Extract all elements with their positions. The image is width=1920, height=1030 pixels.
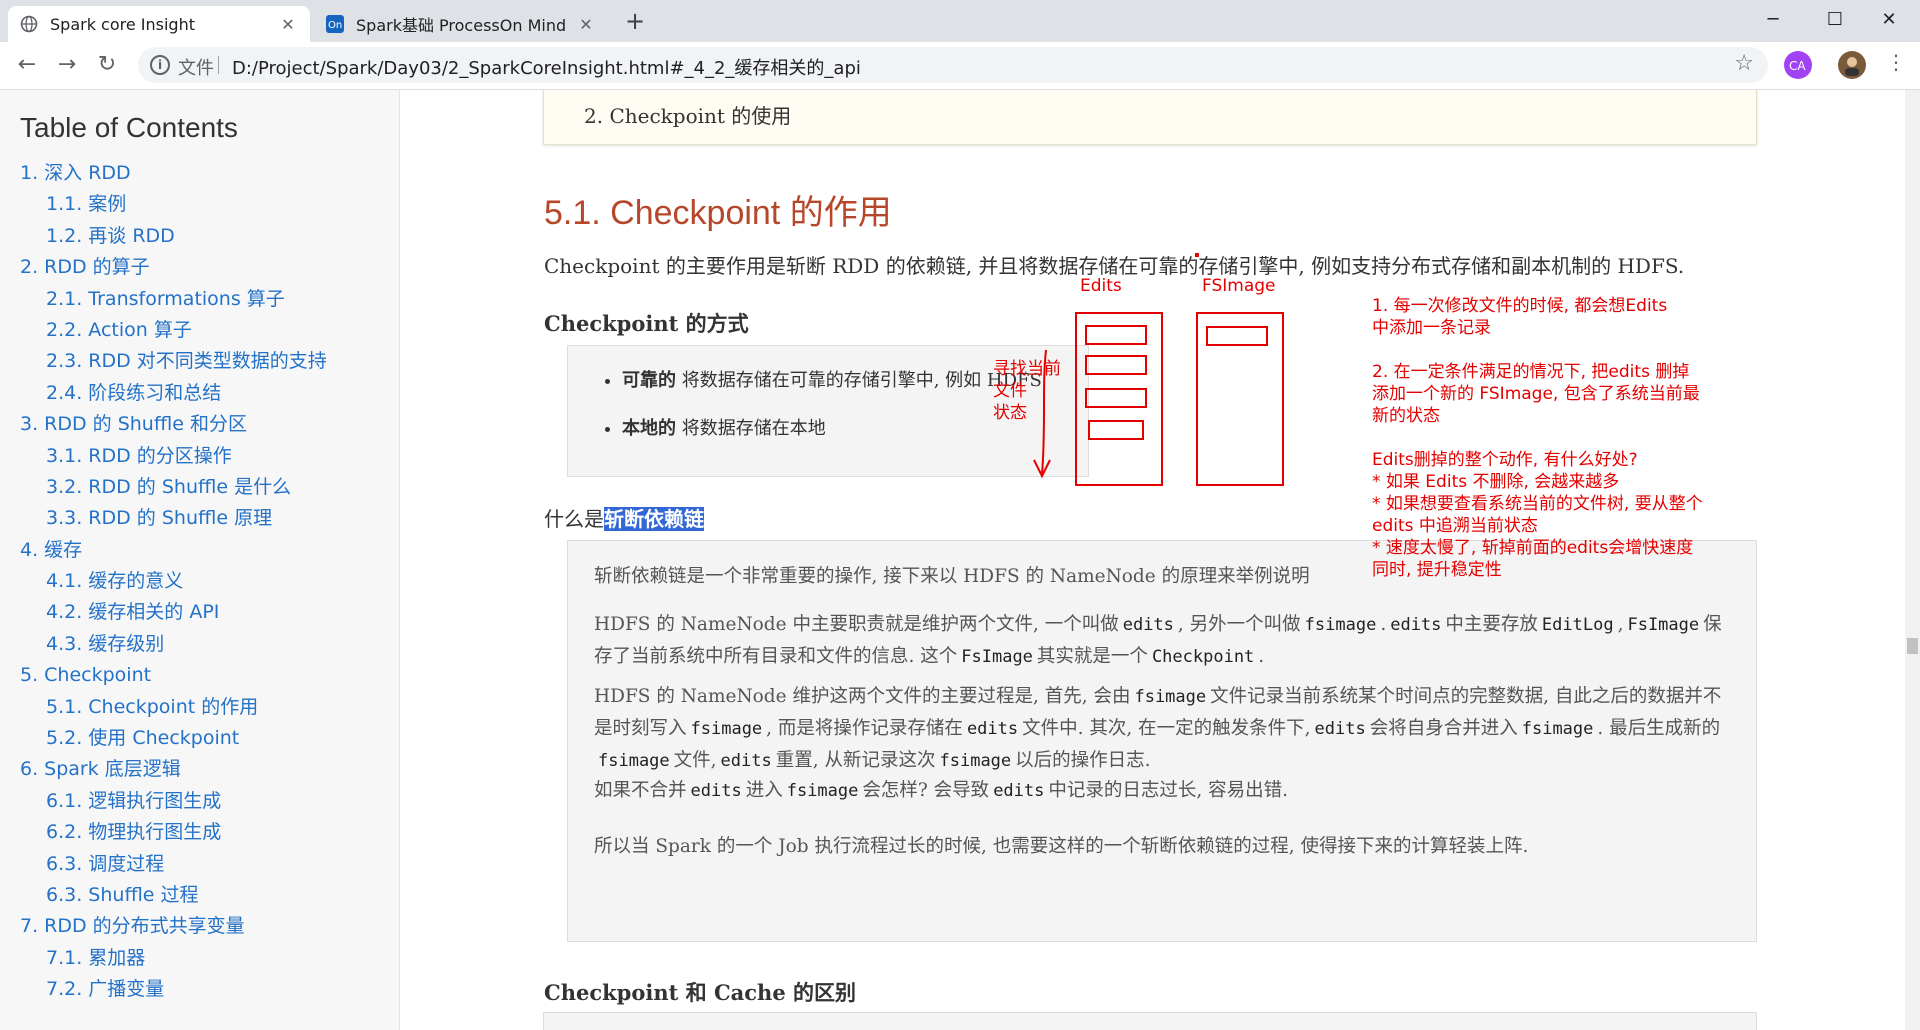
toc-link[interactable]: 2.4. 阶段练习和总结 [20,378,399,409]
toc-link[interactable]: 7.1. 累加器 [20,943,399,974]
tab-processon-mind[interactable]: On Spark基础 ProcessOn Mind ✕ [314,6,608,42]
back-button[interactable]: ← [12,50,42,80]
browser-toolbar: ← → ↻ i 文件 D:/Project/Spark/Day03/2_Spar… [0,42,1920,90]
paragraph: HDFS 的 NameNode 维护这两个文件的主要过程是, 首先, 会由 fsi… [594,686,1722,771]
toc-link[interactable]: 3.2. RDD 的 Shuffle 是什么 [20,472,399,503]
tab-title: Spark基础 ProcessOn Mind [356,16,567,35]
tab-strip: Spark core Insight ✕ On Spark基础 ProcessO… [0,0,1920,42]
section-heading: 5.1. Checkpoint 的作用 [544,194,892,232]
star-icon[interactable]: ☆ [1734,51,1754,76]
toc-link[interactable]: 2.3. RDD 对不同类型数据的支持 [20,346,399,377]
edits-entry [1085,388,1147,408]
way-heading: Checkpoint 的方式 [544,311,749,336]
reload-button[interactable]: ↻ [92,50,122,80]
toc-link[interactable]: 4.2. 缓存相关的 API [20,597,399,628]
tab-spark-core-insight[interactable]: Spark core Insight ✕ [8,6,310,42]
toc-link[interactable]: 4.3. 缓存级别 [20,629,399,660]
processon-icon: On [326,15,344,33]
paragraph: 所以当 Spark 的一个 Job 执行流程过长的时候, 也需要这样的一个斩断依… [594,836,1529,857]
paragraph: HDFS 的 NameNode 中主要职责就是维护两个文件, 一个叫做 edits… [594,614,1722,667]
paragraph: 如果不合并 edits 进入 fsimage 会怎样? 会导致 edits 中记录的日志过长… [594,780,1289,801]
toc-link[interactable]: 1.2. 再谈 RDD [20,221,399,252]
address-prefix: 文件 [178,58,214,79]
globe-icon [20,15,38,33]
tab-title: Spark core Insight [50,14,195,34]
anno-spacer [1195,253,1199,257]
toc-title: Table of Contents [20,112,238,143]
toc-link[interactable]: 6. Spark 底层逻辑 [20,754,399,785]
forward-button[interactable]: → [52,50,82,80]
toc-link[interactable]: 5. Checkpoint [20,660,399,691]
toc-link[interactable]: 6.2. 物理执行图生成 [20,817,399,848]
minimize-button[interactable]: ─ [1742,0,1804,42]
toc-link[interactable]: 5.2. 使用 Checkpoint [20,723,399,754]
extension-icon[interactable]: CA [1784,51,1812,79]
toc-link[interactable]: 1.1. 案例 [20,189,399,220]
toc-link[interactable]: 6.3. Shuffle 过程 [20,880,399,911]
fsimage-entry [1206,326,1268,346]
toc-link[interactable]: 4. 缓存 [20,535,399,566]
edits-entry [1085,325,1147,345]
toc-link[interactable]: 6.3. 调度过程 [20,849,399,880]
explanation-block: 斩断依赖链是一个非常重要的操作, 接下来以 HDFS 的 NameNode 的原… [567,540,1757,942]
profile-avatar[interactable] [1838,51,1866,79]
scrollbar-thumb[interactable] [1907,638,1918,654]
edits-label: Edits [1080,276,1122,296]
callout-item[interactable]: 2. Checkpoint 的使用 [584,100,791,129]
toc-link[interactable]: 3.3. RDD 的 Shuffle 原理 [20,503,399,534]
info-icon[interactable]: i [150,55,170,75]
new-tab-button[interactable]: + [620,6,650,36]
toc-link[interactable]: 2.2. Action 算子 [20,315,399,346]
menu-icon[interactable]: ⋮ [1886,50,1906,74]
toc-link[interactable]: 1. 深入 RDD [20,158,399,189]
close-tab-icon[interactable]: ✕ [278,15,298,34]
fsimage-label: FSImage [1202,276,1276,296]
toc-link[interactable]: 5.1. Checkpoint 的作用 [20,692,399,723]
toc-list: 1. 深入 RDD 1.1. 案例 1.2. 再谈 RDD 2. RDD 的算子 2.1… [20,158,399,1006]
main-content: 2. Checkpoint 的使用 5.1. Checkpoint 的作用 Ch… [400,90,1905,1030]
notes-block: 1. 每一次修改文件的时候, 都会想Edits 中添加一条记录 2. 在一定条件… [1372,296,1703,580]
toc-link[interactable]: 6.1. 逻辑执行图生成 [20,786,399,817]
svg-text:CA: CA [1789,59,1806,73]
selected-text: 斩断依赖链 [604,507,704,531]
address-bar[interactable]: i 文件 D:/Project/Spark/Day03/2_SparkCoreI… [138,47,1768,83]
close-window-button[interactable]: ✕ [1858,0,1920,42]
toc-link[interactable]: 7. RDD 的分布式共享变量 [20,911,399,942]
edits-entry [1088,420,1144,440]
edits-entry [1085,355,1147,375]
address-url[interactable]: D:/Project/Spark/Day03/2_SparkCoreInsigh… [232,54,861,80]
scrollbar[interactable] [1905,90,1920,1030]
toc-link[interactable]: 3.1. RDD 的分区操作 [20,441,399,472]
maximize-button[interactable]: ☐ [1804,0,1866,42]
toc-link[interactable]: 7.2. 广播变量 [20,974,399,1005]
close-tab-icon[interactable]: ✕ [576,15,596,34]
toc-link[interactable]: 2.1. Transformations 算子 [20,284,399,315]
toc-callout: 2. Checkpoint 的使用 [543,90,1757,145]
next-block [543,1012,1757,1030]
toc-link[interactable]: 3. RDD 的 Shuffle 和分区 [20,409,399,440]
toc-sidebar: Table of Contents 1. 深入 RDD 1.1. 案例 1.2. 再… [0,90,400,1030]
address-separator [218,56,219,74]
toc-link[interactable]: 4.1. 缓存的意义 [20,566,399,597]
what-heading: 什么是斩断依赖链 [544,507,704,531]
svg-text:On: On [328,20,342,31]
down-arrow-icon [1033,349,1051,479]
toc-link[interactable]: 2. RDD 的算子 [20,252,399,283]
next-heading: Checkpoint 和 Cache 的区别 [544,980,856,1005]
